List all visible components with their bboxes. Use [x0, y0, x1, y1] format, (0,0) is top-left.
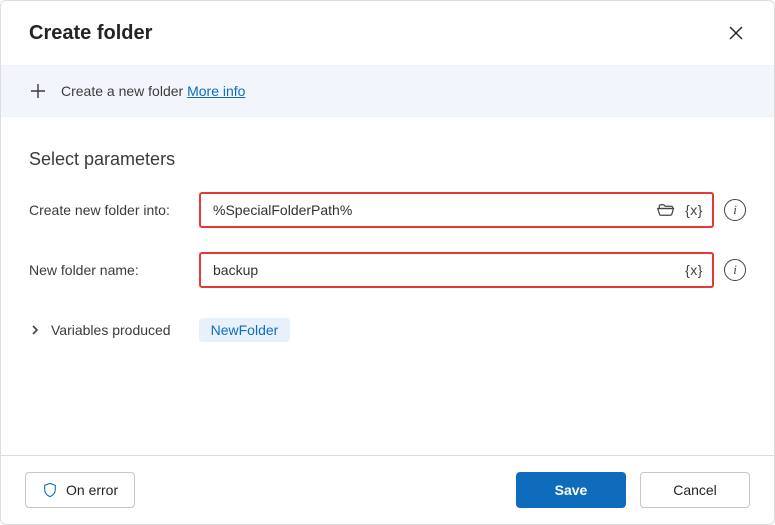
cancel-button[interactable]: Cancel: [640, 472, 750, 508]
save-label: Save: [555, 482, 588, 498]
info-icon: i: [733, 202, 737, 218]
input-wrap-folder-into: {x}: [199, 192, 714, 228]
info-button-folder-name[interactable]: i: [724, 259, 746, 281]
footer-right: Save Cancel: [516, 472, 750, 508]
insert-variable-button[interactable]: {x}: [682, 198, 706, 222]
info-icon: i: [733, 262, 737, 278]
label-folder-name: New folder name:: [29, 262, 189, 278]
banner-message: Create a new folder: [61, 83, 183, 99]
more-info-link[interactable]: More info: [187, 83, 245, 99]
on-error-label: On error: [66, 482, 118, 498]
expand-variables-button[interactable]: [29, 324, 41, 336]
create-folder-dialog: Create folder Create a new folder More i…: [0, 0, 775, 525]
label-folder-into: Create new folder into:: [29, 202, 189, 218]
dialog-title: Create folder: [29, 22, 152, 45]
chevron-right-icon: [29, 324, 41, 336]
input-folder-into[interactable]: [211, 201, 650, 219]
info-button-folder-into[interactable]: i: [724, 199, 746, 221]
field-row-folder-into: Create new folder into: {x} i: [29, 192, 746, 228]
variable-chip-newfolder[interactable]: NewFolder: [199, 318, 291, 342]
shield-icon: [42, 482, 58, 498]
on-error-button[interactable]: On error: [25, 472, 135, 508]
input-wrap-folder-name: {x}: [199, 252, 714, 288]
browse-folder-button[interactable]: [654, 198, 678, 222]
banner-text: Create a new folder More info: [61, 83, 245, 99]
variables-produced-label: Variables produced: [51, 322, 171, 338]
insert-variable-button[interactable]: {x}: [682, 258, 706, 282]
dialog-header: Create folder: [1, 1, 774, 65]
plus-icon: [29, 82, 47, 100]
variables-produced-row: Variables produced NewFolder: [29, 318, 746, 342]
folder-open-icon: [657, 201, 675, 219]
input-folder-name[interactable]: [211, 261, 678, 279]
save-button[interactable]: Save: [516, 472, 626, 508]
dialog-footer: On error Save Cancel: [1, 455, 774, 524]
section-title: Select parameters: [29, 149, 746, 170]
cancel-label: Cancel: [673, 482, 717, 498]
close-icon: [729, 26, 743, 40]
dialog-body: Select parameters Create new folder into…: [1, 117, 774, 455]
close-button[interactable]: [722, 19, 750, 47]
field-row-folder-name: New folder name: {x} i: [29, 252, 746, 288]
info-banner: Create a new folder More info: [1, 65, 774, 117]
